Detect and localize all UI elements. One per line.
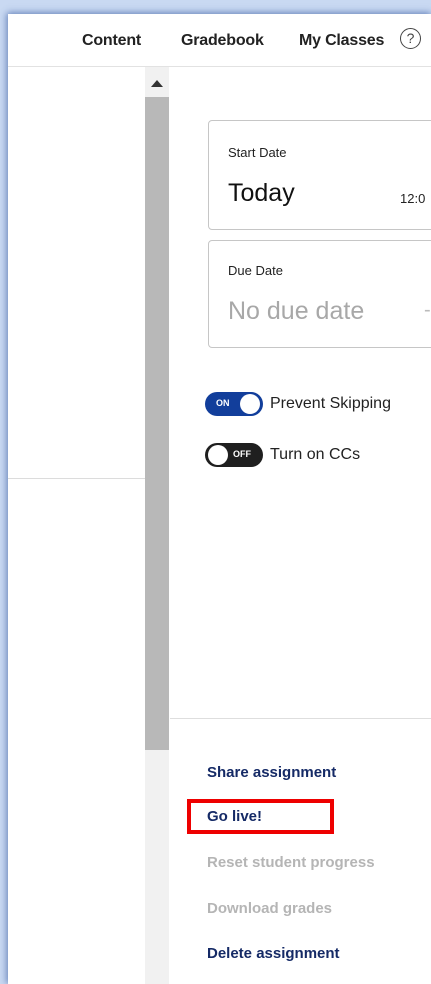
due-date-field[interactable]: Due Date No due date - — [208, 240, 431, 348]
start-time-value[interactable]: 12:0 — [400, 191, 425, 206]
left-panel-divider — [8, 478, 145, 479]
share-assignment-link[interactable]: Share assignment — [207, 764, 336, 781]
left-panel — [8, 67, 145, 984]
nav-gradebook[interactable]: Gradebook — [181, 32, 264, 50]
nav-my-classes[interactable]: My Classes — [299, 32, 384, 50]
toggle-on-label: ON — [216, 398, 230, 408]
toggle-knob — [208, 445, 228, 465]
assignment-settings-panel: Start Date Today 12:0 Due Date No due da… — [170, 67, 431, 984]
top-navigation-bar: Content Gradebook My Classes ? — [8, 14, 431, 67]
start-date-label: Start Date — [228, 145, 287, 160]
scrollbar-thumb[interactable] — [145, 97, 169, 750]
due-date-label: Due Date — [228, 263, 283, 278]
app-window: Content Gradebook My Classes ? Start Dat… — [8, 14, 431, 984]
highlight-annotation — [187, 799, 334, 834]
due-time-separator: - — [424, 299, 431, 321]
actions-divider — [170, 718, 431, 719]
delete-assignment-link[interactable]: Delete assignment — [207, 945, 340, 962]
start-date-value: Today — [228, 179, 295, 207]
scroll-up-arrow-icon[interactable] — [151, 80, 163, 87]
toggle-off-label: OFF — [233, 449, 251, 459]
reset-student-progress-link: Reset student progress — [207, 854, 375, 871]
due-date-placeholder: No due date — [228, 297, 365, 325]
help-icon[interactable]: ? — [400, 28, 421, 49]
prevent-skipping-toggle[interactable]: ON — [205, 392, 263, 416]
start-date-field[interactable]: Start Date Today 12:0 — [208, 120, 431, 230]
captions-toggle[interactable]: OFF — [205, 443, 263, 467]
nav-content[interactable]: Content — [82, 32, 141, 50]
prevent-skipping-label: Prevent Skipping — [270, 395, 391, 412]
download-grades-link: Download grades — [207, 900, 333, 917]
toggle-knob — [240, 394, 260, 414]
scrollbar[interactable] — [145, 67, 169, 984]
captions-label: Turn on CCs — [270, 446, 361, 463]
